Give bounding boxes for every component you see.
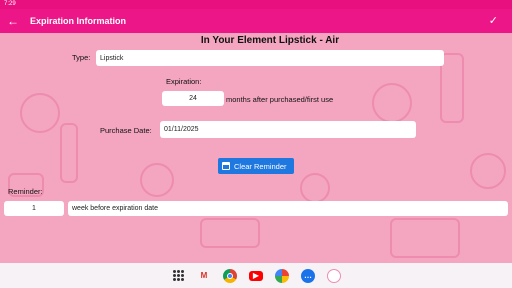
messages-icon[interactable]: … [301, 268, 315, 283]
purchase-date-field[interactable]: 01/11/2025 [160, 121, 416, 138]
decorative-doodle [390, 218, 460, 258]
reminder-count-field[interactable]: 1 [4, 201, 64, 216]
apps-grid-icon[interactable] [171, 269, 185, 283]
gmail-icon[interactable]: M [197, 269, 211, 283]
status-time: 7:29 [4, 1, 16, 7]
app-bar: ← Expiration Information ✓ [0, 9, 512, 33]
reminder-unit-field[interactable]: week before expiration date [68, 201, 508, 216]
expiration-label: Expiration: [166, 77, 202, 86]
status-bar: 7:29 [0, 0, 512, 9]
decorative-doodle [470, 153, 506, 189]
product-name: In Your Element Lipstick - Air [200, 35, 340, 46]
expiration-months-field[interactable]: 24 [162, 91, 224, 106]
photos-icon[interactable] [275, 268, 289, 283]
clear-reminder-label: Clear Reminder [234, 161, 287, 171]
decorative-doodle [200, 218, 260, 248]
chrome-icon[interactable] [223, 268, 237, 283]
type-field[interactable]: Lipstick [96, 50, 444, 66]
reminder-label: Reminder: [8, 187, 43, 196]
decorative-doodle [372, 83, 412, 123]
expiration-form: In Your Element Lipstick - Air Type: Lip… [0, 33, 512, 263]
decorative-doodle [60, 123, 78, 183]
purchase-date-label: Purchase Date: [100, 126, 152, 135]
arrow-back-icon[interactable]: ← [0, 14, 26, 28]
decorative-doodle [140, 163, 174, 197]
type-label: Type: [72, 53, 91, 62]
app-icon[interactable] [327, 268, 341, 283]
calendar-icon [222, 162, 230, 170]
decorative-doodle [20, 93, 60, 133]
navigation-bar: M ▶ … [0, 263, 512, 288]
youtube-icon[interactable]: ▶ [249, 270, 263, 281]
expiration-suffix: months after purchased/first use [226, 95, 334, 104]
clear-reminder-button[interactable]: Clear Reminder [218, 158, 294, 174]
check-icon[interactable]: ✓ [489, 14, 498, 27]
page-title: Expiration Information [30, 16, 127, 26]
decorative-doodle [300, 173, 330, 203]
